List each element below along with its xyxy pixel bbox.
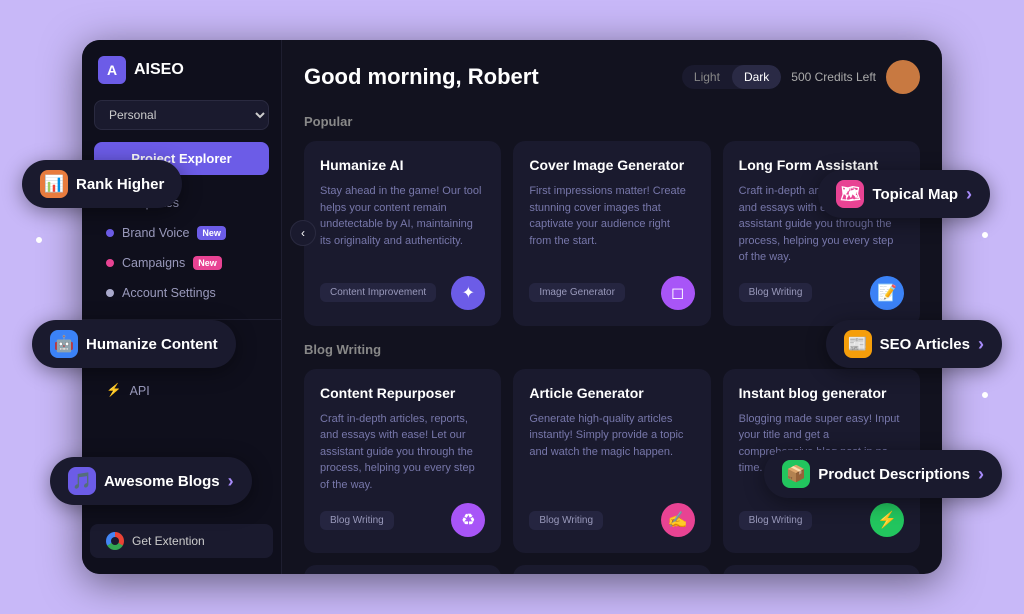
topical-map-icon: 🗺 xyxy=(836,180,864,208)
awesome-blogs-arrow: › xyxy=(228,471,234,492)
badge-awesome-blogs[interactable]: 🎵 Awesome Blogs › xyxy=(50,457,252,505)
sidebar-item-brand-voice[interactable]: Brand Voice New xyxy=(90,219,273,247)
content-repurposer-title: Content Repurposer xyxy=(320,385,485,401)
cover-image-desc: First impressions matter! Create stunnin… xyxy=(529,183,694,266)
avatar-left xyxy=(36,237,42,243)
prev-button[interactable]: ‹ xyxy=(290,220,316,246)
cover-image-tag: Image Generator xyxy=(529,283,625,302)
sidebar-item-api[interactable]: ⚡ API xyxy=(90,376,273,405)
card-article-writer[interactable]: Article Writer Write articles like a pro… xyxy=(304,565,501,574)
extension-label: Get Extention xyxy=(132,534,205,548)
article-generator-footer: Blog Writing ✍ xyxy=(529,503,694,537)
awesome-blogs-icon: 🎵 xyxy=(68,467,96,495)
chrome-inner xyxy=(111,537,119,545)
product-descriptions-arrow: › xyxy=(978,464,984,485)
chrome-icon xyxy=(106,532,124,550)
content-repurposer-desc: Craft in-depth articles, reports, and es… xyxy=(320,411,485,494)
content-repurposer-tag: Blog Writing xyxy=(320,511,394,530)
campaigns-dot xyxy=(106,259,114,267)
card-content-repurposer[interactable]: Content Repurposer Craft in-depth articl… xyxy=(304,369,501,554)
badge-product-descriptions[interactable]: 📦 Product Descriptions › xyxy=(764,450,1002,498)
humanize-ai-footer: Content Improvement ✦ xyxy=(320,276,485,310)
instant-blog-title: Instant blog generator xyxy=(739,385,904,401)
workspace-select[interactable]: Personal xyxy=(94,100,269,130)
content-repurposer-action[interactable]: ♻ xyxy=(451,503,485,537)
theme-light-button[interactable]: Light xyxy=(682,65,732,89)
rank-higher-label: Rank Higher xyxy=(76,176,164,193)
rank-higher-icon: 📊 xyxy=(40,170,68,198)
cover-image-footer: Image Generator ◻ xyxy=(529,276,694,310)
account-settings-label: Account Settings xyxy=(122,286,216,300)
greeting: Good morning, Robert xyxy=(304,64,539,90)
article-generator-desc: Generate high-quality articles instantly… xyxy=(529,411,694,494)
campaigns-label: Campaigns xyxy=(122,256,185,270)
card-topical-authority[interactable]: Topical Authority Become an expert in yo… xyxy=(513,565,710,574)
top-header: Good morning, Robert Light Dark 500 Cred… xyxy=(304,60,920,94)
sidebar-bottom: Get Extention xyxy=(82,524,281,558)
long-form-footer: Blog Writing 📝 xyxy=(739,276,904,310)
product-descriptions-icon: 📦 xyxy=(782,460,810,488)
product-descriptions-label: Product Descriptions xyxy=(818,466,970,483)
get-extension-button[interactable]: Get Extention xyxy=(90,524,273,558)
long-form-action[interactable]: 📝 xyxy=(870,276,904,310)
card-cover-image[interactable]: Cover Image Generator First impressions … xyxy=(513,141,710,326)
humanize-content-label: Humanize Content xyxy=(86,336,218,353)
popular-section: Popular ‹ Humanize AI Stay ahead in the … xyxy=(304,114,920,326)
badge-rank-higher[interactable]: 📊 Rank Higher xyxy=(22,160,182,208)
logo-icon: A xyxy=(98,56,126,84)
popular-cards-grid: Humanize AI Stay ahead in the game! Our … xyxy=(304,141,920,326)
card-long-form[interactable]: Long Form Assistant Craft in-depth artic… xyxy=(723,141,920,326)
article-generator-action[interactable]: ✍ xyxy=(661,503,695,537)
sidebar-item-campaigns[interactable]: Campaigns New xyxy=(90,249,273,277)
badge-humanize-content[interactable]: 🤖 Humanize Content xyxy=(32,320,236,368)
card-humanize-ai[interactable]: Humanize AI Stay ahead in the game! Our … xyxy=(304,141,501,326)
cover-image-title: Cover Image Generator xyxy=(529,157,694,173)
card-readability[interactable]: Readability Improver Reuse, Recycle, Rep… xyxy=(723,565,920,574)
humanize-ai-action[interactable]: ✦ xyxy=(451,276,485,310)
logo-area: A AISEO xyxy=(82,56,281,100)
credits-text: 500 Credits Left xyxy=(791,70,876,84)
header-right: Light Dark 500 Credits Left xyxy=(682,60,920,94)
brand-voice-badge: New xyxy=(197,226,226,240)
instant-blog-tag: Blog Writing xyxy=(739,511,813,530)
brand-voice-label: Brand Voice xyxy=(122,226,189,240)
instant-blog-footer: Blog Writing ⚡ xyxy=(739,503,904,537)
seo-articles-arrow: › xyxy=(978,334,984,355)
user-avatar[interactable] xyxy=(886,60,920,94)
theme-dark-button[interactable]: Dark xyxy=(732,65,781,89)
brand-voice-dot xyxy=(106,229,114,237)
badge-seo-articles[interactable]: 📰 SEO Articles › xyxy=(826,320,1002,368)
logo-text: AISEO xyxy=(134,61,184,79)
api-icon: ⚡ xyxy=(106,383,122,398)
instant-blog-action[interactable]: ⚡ xyxy=(870,503,904,537)
avatar-right-top xyxy=(982,232,988,238)
humanize-content-icon: 🤖 xyxy=(50,330,78,358)
avatar-right-bottom xyxy=(982,392,988,398)
humanize-ai-tag: Content Improvement xyxy=(320,283,436,302)
badge-topical-map[interactable]: 🗺 Topical Map › xyxy=(818,170,990,218)
topical-map-arrow: › xyxy=(966,184,972,205)
theme-toggle: Light Dark xyxy=(682,65,781,89)
awesome-blogs-label: Awesome Blogs xyxy=(104,473,220,490)
cover-image-action[interactable]: ◻ xyxy=(661,276,695,310)
topical-map-label: Topical Map xyxy=(872,186,958,203)
popular-label: Popular xyxy=(304,114,920,129)
outer-wrapper: 📊 Rank Higher 🤖 Humanize Content 🎵 Aweso… xyxy=(22,22,1002,592)
humanize-ai-title: Humanize AI xyxy=(320,157,485,173)
card-article-generator[interactable]: Article Generator Generate high-quality … xyxy=(513,369,710,554)
account-settings-dot xyxy=(106,289,114,297)
article-generator-title: Article Generator xyxy=(529,385,694,401)
seo-articles-label: SEO Articles xyxy=(880,336,970,353)
sidebar-item-account-settings[interactable]: Account Settings xyxy=(90,279,273,307)
article-generator-tag: Blog Writing xyxy=(529,511,603,530)
content-repurposer-footer: Blog Writing ♻ xyxy=(320,503,485,537)
humanize-ai-desc: Stay ahead in the game! Our tool helps y… xyxy=(320,183,485,266)
campaigns-badge: New xyxy=(193,256,222,270)
seo-articles-icon: 📰 xyxy=(844,330,872,358)
long-form-tag: Blog Writing xyxy=(739,283,813,302)
api-label: API xyxy=(130,384,150,398)
